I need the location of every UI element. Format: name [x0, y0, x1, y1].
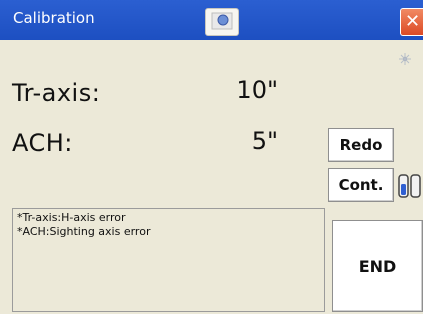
redo-button[interactable]: Redo — [328, 128, 394, 162]
ach-label: ACH: — [12, 129, 73, 157]
tr-axis-value: 10" — [236, 76, 278, 104]
note-line: *Tr-axis:H-axis error — [17, 211, 126, 224]
tr-axis-label: Tr-axis: — [12, 79, 101, 107]
cont-button[interactable]: Cont. — [328, 168, 394, 202]
battery-icon — [398, 174, 421, 198]
notes-panel: *Tr-axis:H-axis error *ACH:Sighting axis… — [12, 208, 325, 312]
end-button[interactable]: END — [332, 220, 423, 312]
close-button[interactable]: ✕ — [400, 8, 423, 36]
ach-value: 5" — [251, 127, 278, 155]
title-bar: Calibration ✕ — [0, 0, 423, 40]
window-title: Calibration — [13, 9, 95, 27]
level-bubble-icon[interactable] — [205, 8, 239, 36]
note-line: *ACH:Sighting axis error — [17, 225, 151, 238]
sun-burst-icon — [399, 53, 411, 65]
